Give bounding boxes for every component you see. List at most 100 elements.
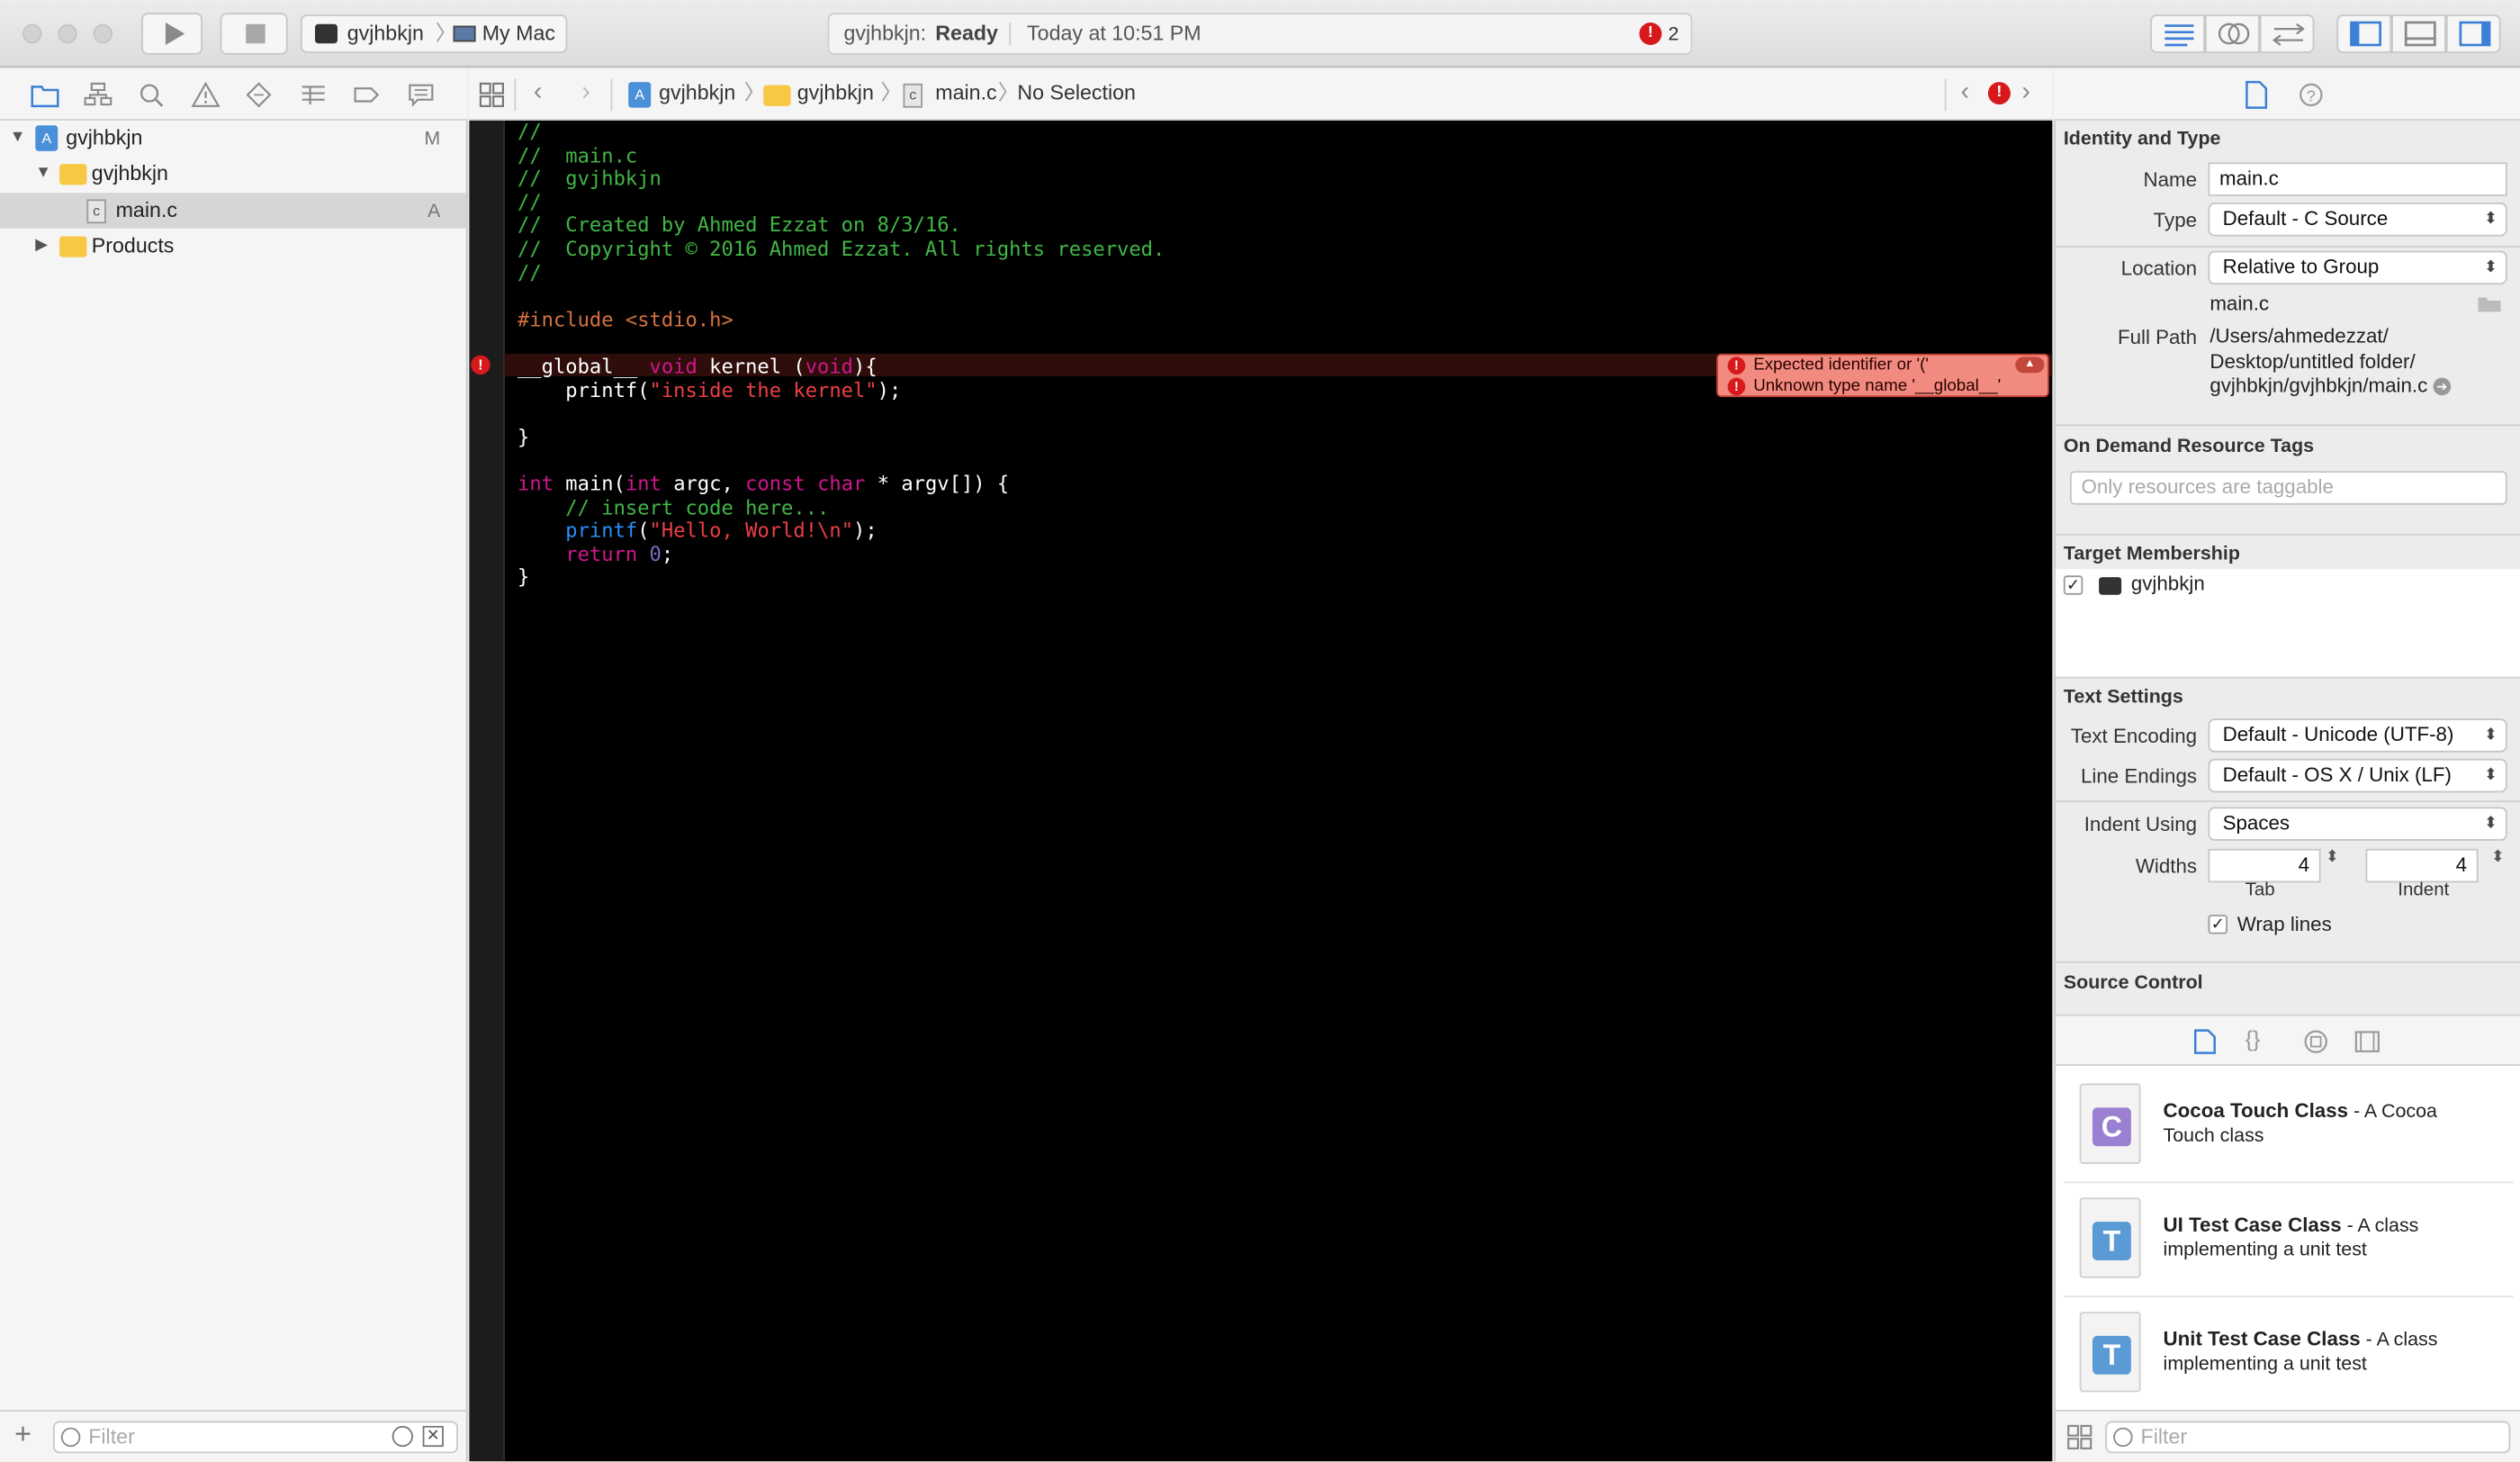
disclosure-open-icon[interactable]: ▼	[10, 121, 26, 156]
error-icon[interactable]: !	[1987, 82, 2011, 105]
location-file: main.c	[2210, 292, 2270, 315]
widths-label: Widths	[2135, 854, 2198, 878]
navigator-item-label: main.c	[115, 197, 177, 222]
folder-icon[interactable]	[2477, 294, 2503, 313]
library-item[interactable]: T UI Test Case Class - A class implementi…	[2063, 1185, 2514, 1298]
updown-icon: ⬍	[2483, 258, 2498, 277]
disclosure-open-icon[interactable]: ▼	[35, 156, 51, 191]
navigator-row-products[interactable]: ▶ Products	[0, 229, 466, 264]
version-editor-button[interactable]	[2259, 14, 2315, 53]
library-item[interactable]: T Unit Test Case Class - A class implemen…	[2064, 1299, 2514, 1412]
folder-icon[interactable]	[31, 82, 59, 108]
updown-icon: ⬍	[2483, 210, 2498, 229]
toggle-navigator-button[interactable]	[2336, 14, 2392, 53]
breakpoint-icon[interactable]	[352, 82, 381, 108]
grid-view-icon[interactable]	[2066, 1424, 2092, 1450]
indent-using-popup[interactable]: Spaces ⬍	[2208, 807, 2507, 841]
type-popup[interactable]: Default - C Source ⬍	[2208, 202, 2507, 237]
breadcrumb-selection[interactable]: No Selection	[1017, 69, 1136, 118]
code-line: // insert code here...	[517, 494, 830, 519]
breadcrumb-project[interactable]: gvjhbkjn	[659, 69, 735, 118]
object-library-icon[interactable]	[2303, 1029, 2329, 1055]
code-line: printf("inside the kernel");	[517, 376, 902, 402]
odr-tags-field[interactable]: Only resources are taggable	[2069, 471, 2507, 505]
quick-help-icon[interactable]: ?	[2299, 82, 2325, 108]
breadcrumb-file[interactable]: main.c	[935, 69, 996, 118]
scheme-selector[interactable]: gvjhbkjn 〉 My Mac	[300, 14, 568, 53]
next-issue-icon[interactable]: ›	[2021, 69, 2030, 118]
location-label: Location	[2120, 257, 2198, 280]
add-icon[interactable]: +	[14, 1418, 32, 1451]
file-inspector-icon[interactable]	[2244, 80, 2270, 109]
disclosure-closed-icon[interactable]: ▶	[35, 229, 48, 264]
tab-width-field[interactable]: 4	[2208, 848, 2321, 883]
library-item[interactable]: C Cocoa Touch Class - A Cocoa Touch class	[2063, 1070, 2514, 1184]
recent-files-icon[interactable]	[392, 1425, 413, 1448]
stop-icon	[246, 23, 266, 44]
assistant-editor-button[interactable]	[2204, 14, 2260, 53]
code-editor[interactable]: // // main.c // gvjhbkjn // // Created b…	[504, 120, 2053, 1462]
wrap-lines-checkbox[interactable]: ✓	[2208, 915, 2228, 934]
location-popup[interactable]: Relative to Group ⬍	[2208, 250, 2507, 285]
forward-icon[interactable]: ›	[581, 69, 590, 118]
template-desc: - A Cocoa	[2348, 1099, 2437, 1123]
minimize-window-button[interactable]	[58, 23, 77, 44]
divider	[2055, 800, 2520, 803]
name-field[interactable]: main.c	[2208, 162, 2507, 196]
template-desc: implementing a unit test	[2163, 1351, 2367, 1375]
breadcrumb-group[interactable]: gvjhbkjn	[797, 69, 874, 118]
previous-issue-icon[interactable]: ‹	[1961, 69, 1970, 118]
error-count[interactable]: 2	[1669, 14, 1679, 53]
media-library-icon[interactable]	[2354, 1029, 2380, 1055]
close-window-button[interactable]	[22, 23, 42, 44]
toggle-utilities-button[interactable]	[2445, 14, 2501, 53]
toggle-debug-area-button[interactable]	[2391, 14, 2446, 53]
debug-icon[interactable]	[299, 82, 328, 108]
divider	[2055, 961, 2520, 963]
navigator-selector-bar	[0, 68, 468, 121]
stepper-icon[interactable]: ⬍	[2491, 849, 2505, 867]
related-items-icon[interactable]	[477, 80, 506, 109]
fullpath-label: Full Path	[2117, 326, 2198, 349]
reveal-in-finder-icon[interactable]: ➔	[2433, 378, 2452, 396]
standard-editor-button[interactable]	[2150, 14, 2205, 53]
library-filter-field[interactable]: Filter	[2105, 1421, 2511, 1454]
code-line: printf("Hello, World!\n");	[565, 518, 878, 543]
error-annotation[interactable]: ! Expected identifier or '(' ! Unknown t…	[1716, 353, 2049, 398]
encoding-popup[interactable]: Default - Unicode (UTF-8) ⬍	[2208, 718, 2507, 753]
divider	[1944, 78, 1947, 112]
back-icon[interactable]: ‹	[534, 69, 543, 118]
collapse-errors-icon[interactable]: ▲	[2015, 356, 2045, 374]
navigator-filter-field[interactable]: Filter ✕	[52, 1421, 458, 1454]
indent-width-field[interactable]: 4	[2365, 848, 2479, 883]
code-line: }	[517, 564, 530, 590]
divider	[2055, 533, 2520, 536]
line-endings-popup[interactable]: Default - OS X / Unix (LF) ⬍	[2208, 758, 2507, 793]
filter-placeholder: Filter	[2140, 1424, 2188, 1448]
code-snippet-icon[interactable]: {}	[2246, 1025, 2261, 1051]
navigator-row-project[interactable]: ▼ A gvjhbkjn M	[0, 121, 466, 156]
scm-filter-icon[interactable]: ✕	[422, 1425, 444, 1448]
zoom-window-button[interactable]	[93, 23, 112, 44]
stepper-icon[interactable]: ⬍	[2326, 849, 2339, 867]
error-marker-icon[interactable]: !	[471, 355, 490, 375]
target-checkbox[interactable]: ✓	[2063, 575, 2084, 595]
navigator-item-label: Products	[91, 232, 175, 257]
run-button[interactable]	[141, 13, 202, 55]
search-icon[interactable]	[137, 82, 166, 108]
stop-button[interactable]	[220, 13, 288, 55]
template-desc: - A class	[2341, 1214, 2419, 1237]
navigator-row-group[interactable]: ▼ gvjhbkjn	[0, 156, 466, 191]
code-line: #include <stdio.h>	[517, 306, 734, 331]
test-diamond-icon[interactable]	[244, 82, 273, 108]
updown-icon: ⬍	[2483, 766, 2498, 785]
line-endings-label: Line Endings	[2080, 764, 2198, 788]
report-icon[interactable]	[407, 82, 436, 108]
navigator-row-file[interactable]: c main.c A	[0, 193, 466, 229]
file-template-icon[interactable]	[2193, 1029, 2216, 1055]
warning-icon[interactable]	[191, 81, 220, 108]
hierarchy-icon[interactable]	[84, 82, 112, 108]
template-badge: C	[2092, 1107, 2131, 1147]
code-line: return 0;	[565, 541, 674, 566]
indent-using-label: Indent Using	[2084, 813, 2198, 836]
